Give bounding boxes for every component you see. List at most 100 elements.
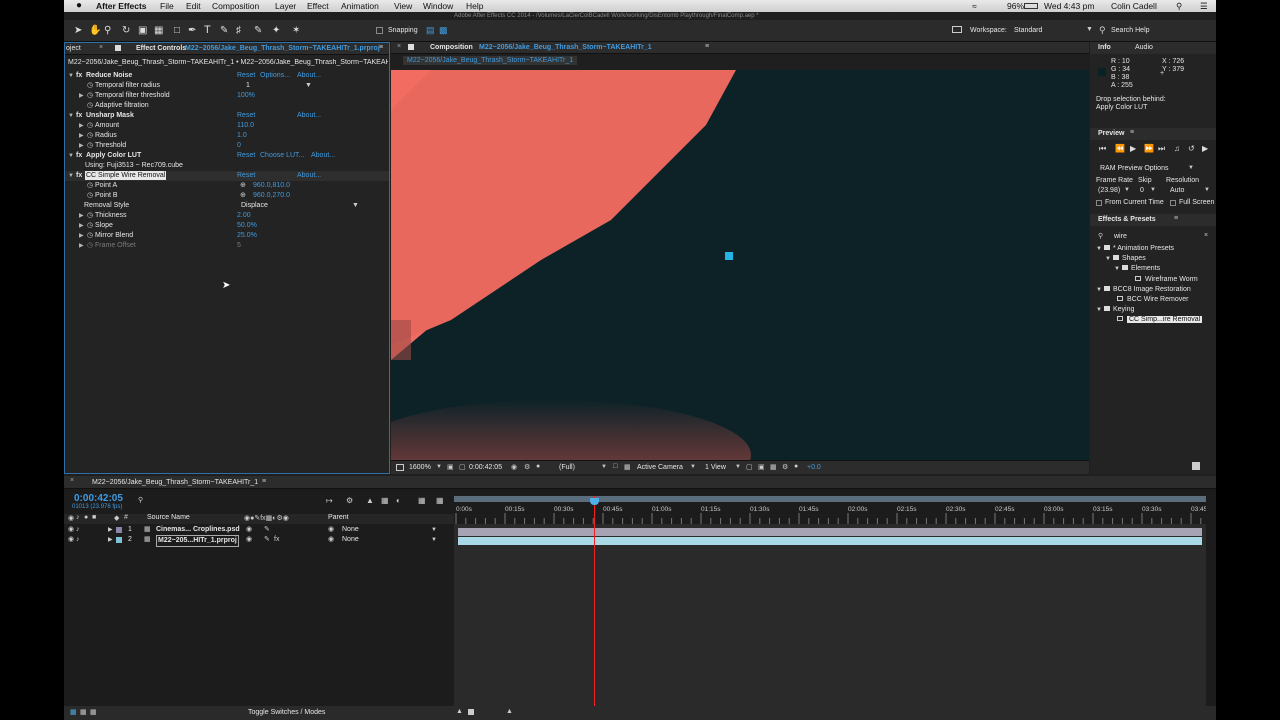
chevron-down-icon[interactable]: ▼ — [1188, 165, 1194, 171]
collapse-triangle-icon[interactable]: ▼ — [68, 111, 74, 121]
chevron-down-icon[interactable]: ▼ — [352, 201, 359, 211]
stopwatch-icon[interactable]: ◷ — [87, 101, 93, 111]
pick-whip-icon[interactable]: ◉ — [328, 535, 334, 545]
menu-file[interactable]: File — [160, 0, 174, 12]
clear-search-icon[interactable]: × — [1204, 232, 1208, 239]
stopwatch-icon[interactable]: ◷ — [87, 191, 93, 201]
tab-preview[interactable]: Preview — [1098, 130, 1124, 137]
timeline-icon[interactable]: ▦ — [770, 463, 777, 471]
audio-icon[interactable]: ♪ — [76, 535, 80, 545]
layer-quality-icon[interactable]: ✎ — [264, 535, 270, 545]
resolution-select[interactable]: Auto — [1170, 187, 1184, 194]
effects-tree-item[interactable]: ▼ Keying — [1096, 305, 1134, 315]
expand-triangle-icon[interactable]: ▶ — [79, 231, 84, 241]
disclosure-triangle-icon[interactable]: ▼ — [1096, 287, 1102, 293]
first-frame-icon[interactable]: ⏮ — [1099, 144, 1106, 154]
panel-menu-icon[interactable]: ≡ — [705, 43, 709, 50]
effect-cc-simple-wire-removal[interactable]: ▼ fx CC Simple Wire Removal Reset About.… — [65, 171, 389, 181]
stopwatch-icon[interactable]: ◷ — [87, 81, 93, 91]
choose-lut-button[interactable]: Choose LUT... — [260, 151, 304, 161]
tab-audio[interactable]: Audio — [1135, 44, 1153, 51]
work-area-bar[interactable] — [454, 496, 1206, 502]
menu-effect[interactable]: Effect — [307, 0, 329, 12]
collapse-triangle-icon[interactable]: ▼ — [68, 151, 74, 161]
snapping-label[interactable]: Snapping — [388, 27, 418, 34]
tab-project[interactable]: oject — [66, 45, 81, 52]
next-frame-icon[interactable]: ⏩ — [1144, 144, 1154, 153]
crosshair-icon[interactable]: ⊕ — [240, 181, 246, 191]
rotate-tool-icon[interactable]: ↻ — [122, 25, 130, 36]
label-color-swatch[interactable] — [116, 537, 122, 543]
tab-timeline[interactable]: M22~2056/Jake_Beug_Thrash_Storm~TAKEAHIT… — [92, 479, 258, 486]
menu-composition[interactable]: Composition — [212, 0, 259, 12]
menu-app-name[interactable]: After Effects — [96, 0, 147, 12]
view-layout-select[interactable]: 1 View — [705, 464, 726, 471]
search-help-input[interactable]: Search Help — [1111, 27, 1150, 34]
audio-icon[interactable]: ♪ — [76, 525, 80, 535]
chevron-down-icon[interactable]: ▼ — [431, 525, 437, 535]
param-value[interactable]: 100% — [237, 91, 255, 101]
menu-clock[interactable]: Wed 4:43 pm — [1044, 0, 1094, 12]
resize-corner-icon[interactable] — [1192, 462, 1200, 470]
audio-switch-icon[interactable]: ♪ — [76, 514, 80, 521]
ram-preview-options[interactable]: RAM Preview Options — [1100, 165, 1168, 172]
expand-triangle-icon[interactable]: ▶ — [79, 141, 84, 151]
param-value[interactable]: 960.0,270.0 — [253, 191, 290, 201]
composition-viewer[interactable] — [391, 70, 1089, 460]
rectangle-tool-icon[interactable]: □ — [174, 25, 180, 36]
effects-tree-item[interactable]: ▼ BCC8 Image Restoration — [1096, 285, 1191, 295]
stopwatch-icon[interactable]: ◷ — [87, 241, 93, 251]
camera-view-select[interactable]: Active Camera — [637, 464, 683, 471]
toggle-pixel-aspect-icon[interactable]: ▢ — [746, 463, 753, 471]
brush-tool-icon[interactable]: ✎ — [220, 25, 228, 36]
text-tool-icon[interactable]: T — [204, 24, 211, 36]
fx-switch-icon[interactable]: fx — [274, 535, 279, 545]
menu-edit[interactable]: Edit — [186, 0, 201, 12]
selection-tool-icon[interactable]: ➤ — [74, 25, 82, 36]
show-snapshot-icon[interactable]: ⚙ — [524, 463, 530, 471]
stopwatch-icon[interactable]: ◷ — [87, 121, 93, 131]
options-button[interactable]: Options... — [260, 71, 290, 81]
audio-icon[interactable]: ♫ — [1174, 144, 1180, 153]
pan-behind-tool-icon[interactable]: ▦ — [154, 25, 163, 36]
workspace-monitor-icon[interactable] — [952, 26, 962, 33]
chevron-down-icon[interactable]: ▼ — [1150, 187, 1156, 193]
roto-brush-tool-icon[interactable]: ✦ — [272, 25, 280, 36]
reset-button[interactable]: Reset — [237, 111, 255, 121]
stopwatch-icon[interactable]: ◷ — [87, 91, 93, 101]
layer-switches-icon[interactable]: ▦ — [70, 708, 77, 716]
param-value[interactable]: 960.0,810.0 — [253, 181, 290, 191]
eye-icon[interactable]: ◉ — [68, 525, 74, 535]
stopwatch-icon[interactable]: ◷ — [87, 231, 93, 241]
panel-menu-icon[interactable]: ≡ — [262, 478, 266, 485]
param-value[interactable]: 5 — [237, 241, 241, 251]
previous-frame-icon[interactable]: ⏪ — [1115, 144, 1125, 153]
about-button[interactable]: About... — [297, 171, 321, 181]
resolution-select[interactable]: (Full) — [559, 464, 575, 471]
from-current-time-checkbox[interactable] — [1096, 200, 1102, 206]
toggle-switches-modes[interactable]: Toggle Switches / Modes — [248, 709, 325, 716]
effects-tree-item[interactable]: BCC Wire Remover — [1105, 295, 1188, 305]
source-name-header[interactable]: Source Name — [147, 514, 190, 521]
hand-tool-icon[interactable]: ✋ — [89, 25, 101, 36]
label-column-icon[interactable]: ◆ — [114, 514, 119, 522]
current-time-display[interactable]: 0:00:42:05 — [469, 464, 502, 471]
mask-visibility-icon[interactable]: ▢ — [459, 463, 466, 471]
effects-tree-item[interactable]: ▼ Shapes — [1105, 254, 1146, 264]
disclosure-triangle-icon[interactable]: ▼ — [1105, 256, 1111, 262]
brainstorm-icon[interactable]: ▦ — [436, 496, 444, 505]
chevron-down-icon[interactable]: ▼ — [1204, 187, 1210, 193]
stopwatch-icon[interactable]: ◷ — [87, 131, 93, 141]
effects-search-input[interactable]: wire — [1114, 233, 1127, 240]
layer-quality-icon[interactable]: ✎ — [264, 525, 270, 535]
exposure-value[interactable]: +0.0 — [807, 464, 821, 471]
eye-icon[interactable]: ◉ — [68, 535, 74, 545]
always-preview-icon[interactable] — [396, 464, 404, 471]
chevron-down-icon[interactable]: ▼ — [305, 81, 312, 91]
flowchart-icon[interactable]: ⚙ — [782, 463, 788, 471]
chevron-down-icon[interactable]: ▼ — [735, 464, 741, 470]
stopwatch-icon[interactable]: ◷ — [87, 221, 93, 231]
last-frame-icon[interactable]: ⏭ — [1158, 144, 1165, 154]
reset-button[interactable]: Reset — [237, 151, 255, 161]
about-button[interactable]: About... — [311, 151, 335, 161]
